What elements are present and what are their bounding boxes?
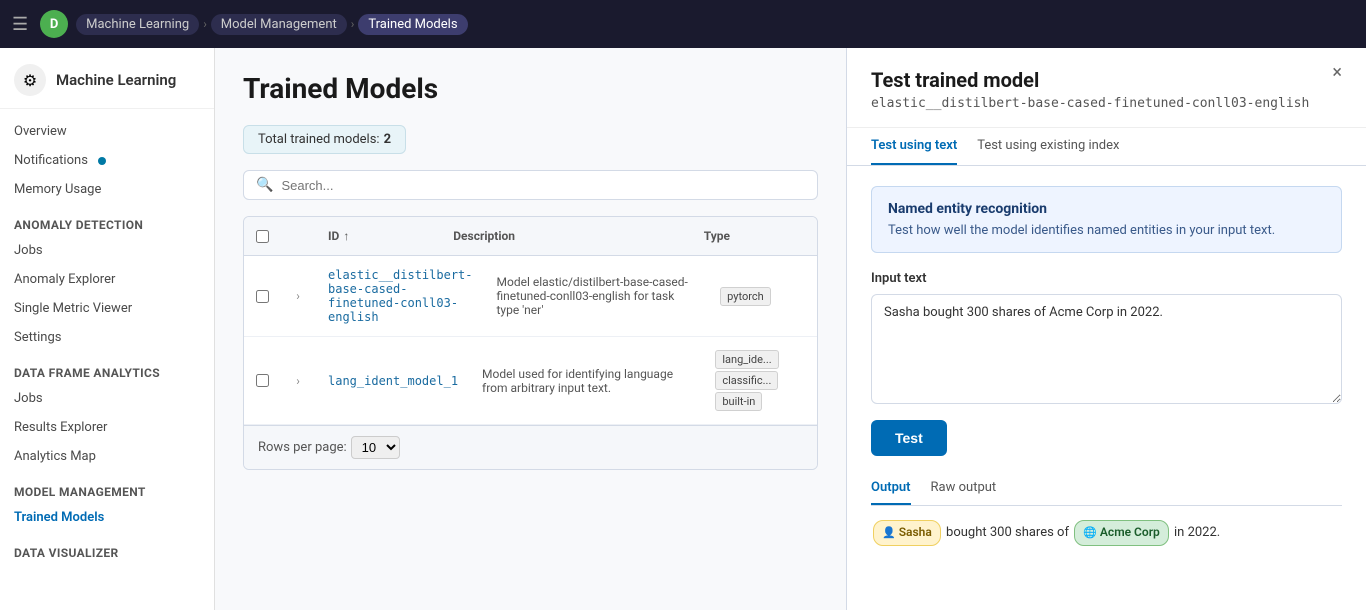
breadcrumb-trained-models[interactable]: Trained Models <box>358 14 467 35</box>
row1-description: Model elastic/distilbert-base-cased-fine… <box>485 271 707 321</box>
row1-type-tag: pytorch <box>720 287 771 306</box>
notifications-dot <box>98 157 106 165</box>
input-textarea[interactable]: Sasha bought 300 shares of Acme Corp in … <box>871 294 1342 404</box>
th-expand <box>280 232 316 240</box>
tab-test-using-text[interactable]: Test using text <box>871 128 957 165</box>
breadcrumb-sep-1: › <box>203 17 207 31</box>
panel-subtitle: elastic__distilbert-base-cased-finetuned… <box>871 96 1309 111</box>
entity-sasha-text: Sasha <box>899 522 932 544</box>
panel-tabs: Test using text Test using existing inde… <box>847 128 1366 166</box>
sidebar-item-trained-models[interactable]: Trained Models <box>0 503 214 532</box>
row2-tag-3: built-in <box>715 392 762 411</box>
hamburger-icon[interactable]: ☰ <box>12 14 28 35</box>
row2-checkbox-cell <box>244 370 280 391</box>
th-description: Description <box>441 225 692 247</box>
output-tab-raw[interactable]: Raw output <box>931 472 997 505</box>
table-row: › lang_ident_model_1 Model used for iden… <box>244 337 817 425</box>
row2-description: Model used for identifying language from… <box>470 363 701 399</box>
user-avatar[interactable]: D <box>40 10 68 38</box>
sidebar-item-jobs-anomaly[interactable]: Jobs <box>0 236 214 265</box>
search-input[interactable] <box>281 178 805 193</box>
org-icon: 🌐 <box>1083 523 1097 543</box>
row1-id: elastic__distilbert-base-cased-finetuned… <box>316 264 485 328</box>
sidebar-logo-text: Machine Learning <box>56 71 176 89</box>
sidebar-item-notifications[interactable]: Notifications <box>0 146 214 175</box>
tab-test-using-index[interactable]: Test using existing index <box>977 128 1119 165</box>
table-footer: Rows per page: 10 25 50 <box>244 425 817 469</box>
rows-per-page-label: Rows per page: <box>258 440 347 455</box>
row2-id: lang_ident_model_1 <box>316 370 470 392</box>
output-text-middle: bought 300 shares of <box>946 525 1072 540</box>
row1-type: pytorch <box>706 282 817 311</box>
info-box: Named entity recognition Test how well t… <box>871 186 1342 253</box>
sidebar-item-analytics-map[interactable]: Analytics Map <box>0 442 214 471</box>
search-bar: 🔍 <box>243 170 818 200</box>
row1-expand[interactable]: › <box>280 285 316 307</box>
info-box-text: Test how well the model identifies named… <box>888 223 1325 238</box>
sidebar-item-overview[interactable]: Overview <box>0 117 214 146</box>
sidebar-logo: ⚙ Machine Learning <box>0 48 214 109</box>
row1-checkbox[interactable] <box>256 290 269 303</box>
panel-header: Test trained model elastic__distilbert-b… <box>847 48 1366 128</box>
th-type: Type <box>692 225 817 247</box>
table-header: ID ↑ Description Type <box>244 217 817 256</box>
sidebar-section-anomaly: Anomaly Detection <box>0 208 214 236</box>
sidebar: ⚙ Machine Learning Overview Notification… <box>0 48 215 610</box>
output-text-suffix: in 2022. <box>1174 525 1220 540</box>
sidebar-section-dfa: Data Frame Analytics <box>0 356 214 384</box>
topbar: ☰ D Machine Learning › Model Management … <box>0 0 1366 48</box>
sidebar-item-settings[interactable]: Settings <box>0 323 214 352</box>
select-all-checkbox[interactable] <box>256 230 269 243</box>
sidebar-item-jobs-dfa[interactable]: Jobs <box>0 384 214 413</box>
breadcrumb: Machine Learning › Model Management › Tr… <box>76 14 467 35</box>
entity-sasha: 👤 Sasha <box>873 520 941 546</box>
th-id[interactable]: ID ↑ <box>316 225 441 247</box>
rows-per-page-select[interactable]: 10 25 50 <box>351 436 400 459</box>
person-icon: 👤 <box>882 523 896 543</box>
th-checkbox <box>244 226 280 247</box>
input-text-label: Input text <box>871 271 1342 286</box>
search-icon: 🔍 <box>256 177 273 193</box>
info-box-title: Named entity recognition <box>888 201 1325 217</box>
sidebar-nav: Overview Notifications Memory Usage Anom… <box>0 109 214 572</box>
breadcrumb-sep-2: › <box>351 17 355 31</box>
table-row: › elastic__distilbert-base-cased-finetun… <box>244 256 817 337</box>
models-table: ID ↑ Description Type › elastic__distilb… <box>243 216 818 470</box>
test-button[interactable]: Test <box>871 420 947 456</box>
sidebar-item-single-metric[interactable]: Single Metric Viewer <box>0 294 214 323</box>
row2-checkbox[interactable] <box>256 374 269 387</box>
breadcrumb-model-management[interactable]: Model Management <box>211 14 347 35</box>
sidebar-item-memory-usage[interactable]: Memory Usage <box>0 175 214 204</box>
sidebar-item-anomaly-explorer[interactable]: Anomaly Explorer <box>0 265 214 294</box>
sidebar-item-results-explorer[interactable]: Results Explorer <box>0 413 214 442</box>
content-area: Trained Models Total trained models: 2 🔍… <box>215 48 846 610</box>
sidebar-section-data-viz: Data Visualizer <box>0 536 214 564</box>
page-title: Trained Models <box>243 72 818 105</box>
row2-expand[interactable]: › <box>280 370 316 392</box>
output-tab-output[interactable]: Output <box>871 472 911 505</box>
main-area: Trained Models Total trained models: 2 🔍… <box>215 48 1366 610</box>
close-button[interactable]: × <box>1332 64 1342 82</box>
stats-badge: Total trained models: 2 <box>243 125 406 154</box>
output-tabs: Output Raw output <box>871 472 1342 506</box>
row2-type: lang_ide... classific... built-in <box>701 345 817 416</box>
breadcrumb-machine-learning[interactable]: Machine Learning <box>76 14 199 35</box>
test-model-panel: Test trained model elastic__distilbert-b… <box>846 48 1366 610</box>
sort-icon: ↑ <box>343 229 349 243</box>
logo-icon: ⚙ <box>14 64 46 96</box>
entity-acme-text: Acme Corp <box>1100 522 1160 544</box>
row1-checkbox-cell <box>244 286 280 307</box>
entity-acme-corp: 🌐 Acme Corp <box>1074 520 1169 546</box>
panel-body: Named entity recognition Test how well t… <box>847 166 1366 610</box>
output-result: 👤 Sasha bought 300 shares of 🌐 Acme Corp… <box>871 520 1342 546</box>
panel-title: Test trained model <box>871 68 1309 92</box>
sidebar-section-model-mgmt: Model Management <box>0 475 214 503</box>
row2-tag-2: classific... <box>715 371 778 390</box>
row2-tag-1: lang_ide... <box>715 350 778 369</box>
